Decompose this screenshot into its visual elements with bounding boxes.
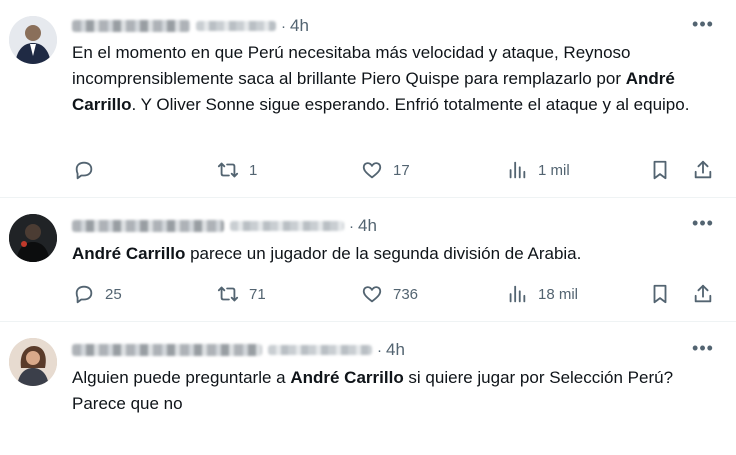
display-name[interactable] xyxy=(72,220,224,232)
reply-count: 25 xyxy=(105,285,122,303)
separator: · xyxy=(349,217,354,235)
retweet-button[interactable]: 1 xyxy=(217,158,257,182)
views-icon xyxy=(509,285,526,303)
more-icon[interactable]: ••• xyxy=(692,214,714,237)
reply-icon xyxy=(75,161,93,180)
tweet-header: · 4h xyxy=(72,340,405,360)
mention-bold: André Carrillo xyxy=(72,244,186,263)
share-button[interactable] xyxy=(692,282,714,306)
separator: · xyxy=(281,17,286,35)
more-icon[interactable]: ••• xyxy=(692,15,714,38)
bookmark-button[interactable] xyxy=(649,158,671,182)
tweet-text-part: Alguien puede preguntarle a xyxy=(72,368,291,387)
tweet-actions: 1 17 1 mil xyxy=(0,158,736,182)
tweet[interactable]: · 4h ••• En el momento en que Perú neces… xyxy=(0,0,736,197)
avatar[interactable] xyxy=(9,16,57,64)
tweet-text-part: parece un jugador de la segunda división… xyxy=(185,244,582,263)
views-count: 18 mil xyxy=(538,285,579,303)
user-handle[interactable] xyxy=(268,345,372,355)
timestamp[interactable]: 4h xyxy=(358,216,377,236)
like-button[interactable]: 736 xyxy=(361,282,418,306)
like-count: 736 xyxy=(393,285,419,303)
display-name[interactable] xyxy=(72,20,190,32)
views-button[interactable]: 18 mil xyxy=(506,282,578,306)
separator: · xyxy=(377,341,382,359)
avatar-image xyxy=(9,214,57,262)
reply-button[interactable] xyxy=(73,158,105,182)
tweet-header: · 4h xyxy=(72,16,309,36)
avatar[interactable] xyxy=(9,338,57,386)
display-name[interactable] xyxy=(72,344,262,356)
retweet-count: 71 xyxy=(249,285,266,303)
bookmark-button[interactable] xyxy=(649,282,671,306)
retweet-button[interactable]: 71 xyxy=(217,282,266,306)
like-button[interactable]: 17 xyxy=(361,158,410,182)
mention-bold: André Carrillo xyxy=(290,368,404,387)
heart-icon xyxy=(362,286,382,303)
like-count: 17 xyxy=(393,161,410,179)
views-icon xyxy=(509,161,526,179)
views-button[interactable]: 1 mil xyxy=(506,158,570,182)
share-button[interactable] xyxy=(692,158,714,182)
reply-icon xyxy=(75,285,93,304)
tweet-text: En el momento en que Perú necesitaba más… xyxy=(72,40,712,118)
timestamp[interactable]: 4h xyxy=(290,16,309,36)
timestamp[interactable]: 4h xyxy=(386,340,405,360)
more-icon[interactable]: ••• xyxy=(692,339,714,362)
avatar-image xyxy=(9,16,57,64)
heart-icon xyxy=(362,162,382,179)
tweet[interactable]: · 4h ••• André Carrillo parece un jugado… xyxy=(0,198,736,320)
tweet-text-part: En el momento en que Perú necesitaba más… xyxy=(72,43,631,88)
retweet-count: 1 xyxy=(249,161,258,179)
retweet-icon xyxy=(217,162,239,178)
user-handle[interactable] xyxy=(230,221,344,231)
share-icon xyxy=(694,284,712,303)
tweet-text-line: Parece que no xyxy=(72,394,183,413)
reply-button[interactable]: 25 xyxy=(73,282,122,306)
tweet-text-part: si quiere jugar por Selección Perú? xyxy=(403,368,674,387)
tweet[interactable]: · 4h ••• Alguien puede preguntarle a And… xyxy=(0,322,736,455)
user-handle[interactable] xyxy=(196,21,276,31)
bookmark-icon xyxy=(653,160,667,180)
tweet-text-part: . Y Oliver Sonne sigue esperando. Enfrió… xyxy=(131,95,690,114)
tweet-text: André Carrillo parece un jugador de la s… xyxy=(72,241,712,267)
avatar[interactable] xyxy=(9,214,57,262)
tweet-header: · 4h xyxy=(72,216,377,236)
bookmark-icon xyxy=(653,284,667,304)
avatar-image xyxy=(9,338,57,386)
tweet-text: Alguien puede preguntarle a André Carril… xyxy=(72,365,712,417)
share-icon xyxy=(694,160,712,179)
retweet-icon xyxy=(217,286,239,302)
views-count: 1 mil xyxy=(538,161,570,179)
tweet-actions: 25 71 736 18 mil xyxy=(0,282,736,306)
